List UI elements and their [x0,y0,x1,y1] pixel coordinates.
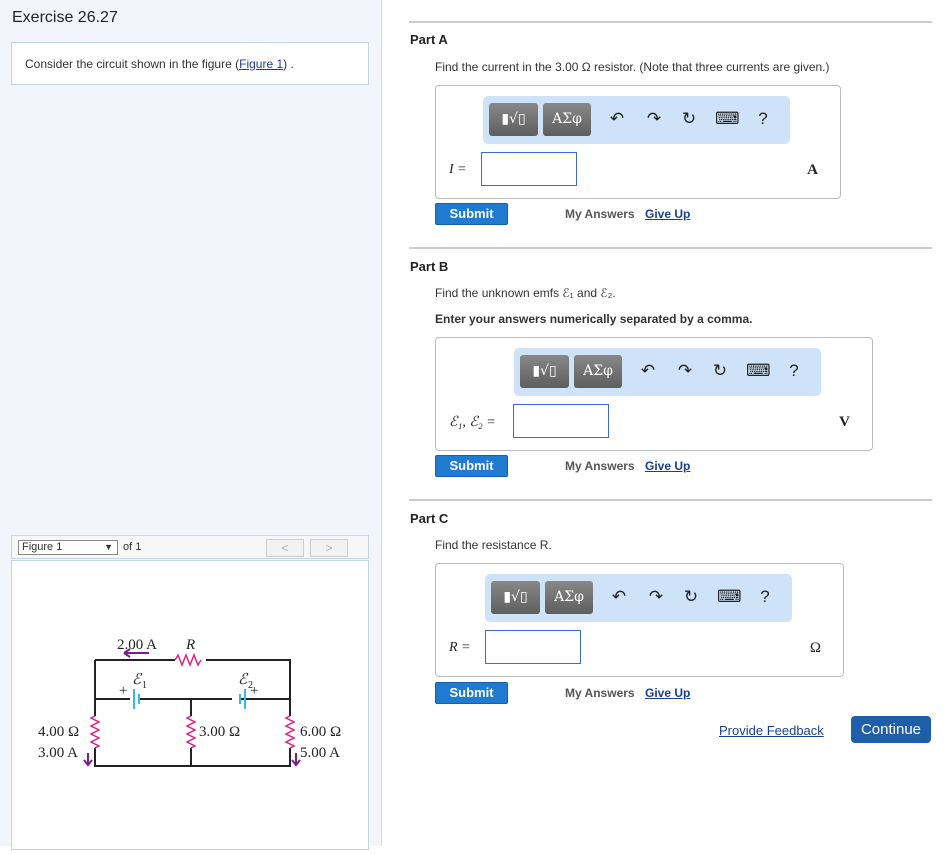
circuit-diagram: 2.00 A R ℰ 1 ℰ 2 + + 4.00 Ω 3.00 A 3.00 … [12,561,370,851]
answer-label: I = [449,162,467,178]
greek-button[interactable]: ΑΣφ [574,355,622,388]
reset-icon[interactable]: ↻ [679,109,699,129]
figure-count: of 1 [123,541,141,553]
my-answers-label: My Answers [565,207,635,221]
redo-icon[interactable]: ↷ [644,109,664,129]
current-arrow-right [292,753,300,765]
figure-box: 2.00 A R ℰ 1 ℰ 2 + + 4.00 Ω 3.00 A 3.00 … [11,560,369,850]
math-toolbar: ▮√▯ ΑΣφ ↶ ↷ ↻ ⌨ ? [485,574,792,622]
submit-button[interactable]: Submit [435,455,508,477]
part-b-header: Part B [410,259,448,274]
prev-figure-button[interactable]: < [266,539,304,557]
my-answers-label: My Answers [565,459,635,473]
divider-b [409,247,932,249]
greek-button[interactable]: ΑΣφ [545,581,593,614]
part-a-question: Find the current in the 3.00 Ω resistor.… [435,60,830,74]
answer-label: ℰ₁, ℰ₂ = [449,414,496,431]
divider-a [409,21,932,23]
dropdown-arrow-icon: ▼ [104,541,113,554]
submit-button[interactable]: Submit [435,203,508,225]
keyboard-icon[interactable]: ⌨ [717,587,737,607]
label-r-mid: 3.00 Ω [199,724,240,740]
resistor-4ohm [91,716,99,748]
answer-label: R = [449,640,471,656]
redo-icon[interactable]: ↷ [675,361,695,381]
problem-text: Consider the circuit shown in the figure… [25,57,239,71]
templates-button[interactable]: ▮√▯ [491,581,540,614]
answer-input[interactable] [481,152,577,186]
battery-e1 [134,689,139,709]
help-icon[interactable]: ? [753,109,773,129]
reset-icon[interactable]: ↻ [681,587,701,607]
keyboard-icon[interactable]: ⌨ [746,361,766,381]
provide-feedback-link[interactable]: Provide Feedback [719,723,824,738]
answer-input[interactable] [485,630,581,664]
resistor-R [175,655,201,665]
exercise-title: Exercise 26.27 [12,9,118,27]
undo-icon[interactable]: ↶ [609,587,629,607]
undo-icon[interactable]: ↶ [607,109,627,129]
label-i-right: 5.00 A [300,745,340,761]
reset-icon[interactable]: ↻ [710,361,730,381]
templates-button[interactable]: ▮√▯ [520,355,569,388]
math-toolbar: ▮√▯ ΑΣφ ↶ ↷ ↻ ⌨ ? [483,96,790,144]
greek-button[interactable]: ΑΣφ [543,103,591,136]
label-r-left: 4.00 Ω [38,724,79,740]
figure-link[interactable]: Figure 1 [239,57,283,71]
figure-select[interactable]: Figure 1 ▼ [18,540,118,555]
keyboard-icon[interactable]: ⌨ [715,109,735,129]
redo-icon[interactable]: ↷ [646,587,666,607]
undo-icon[interactable]: ↶ [638,361,658,381]
current-arrow-left [84,753,92,765]
label-r-right: 6.00 Ω [300,724,341,740]
problem-statement: Consider the circuit shown in the figure… [11,42,369,85]
resistor-3ohm [187,716,195,748]
part-c-answer-box: ▮√▯ ΑΣφ ↶ ↷ ↻ ⌨ ? R = Ω [435,563,844,677]
part-c-question: Find the resistance R. [435,538,552,552]
unit-label: Ω [810,640,821,657]
give-up-link[interactable]: Give Up [645,686,690,700]
resistor-6ohm [286,716,294,748]
label-i-left: 3.00 A [38,745,78,761]
part-a-header: Part A [410,32,448,47]
next-figure-button[interactable]: > [310,539,348,557]
help-icon[interactable]: ? [755,587,775,607]
part-b-answer-box: ▮√▯ ΑΣφ ↶ ↷ ↻ ⌨ ? ℰ₁, ℰ₂ = V [435,337,873,451]
label-R: R [185,637,195,653]
give-up-link[interactable]: Give Up [645,459,690,473]
circuit-wires [95,660,290,766]
unit-label: A [807,162,818,179]
math-toolbar: ▮√▯ ΑΣφ ↶ ↷ ↻ ⌨ ? [514,348,821,396]
label-plus-e2: + [250,683,258,699]
give-up-link[interactable]: Give Up [645,207,690,221]
continue-button[interactable]: Continue [851,716,931,743]
part-c-header: Part C [410,511,448,526]
part-b-question: Find the unknown emfs ℰ₁ and ℰ₂. [435,286,616,300]
submit-button[interactable]: Submit [435,682,508,704]
my-answers-label: My Answers [565,686,635,700]
problem-text-end: ) . [283,57,294,71]
answer-input[interactable] [513,404,609,438]
divider-c [409,499,932,501]
unit-label: V [839,414,850,431]
templates-button[interactable]: ▮√▯ [489,103,538,136]
figure-select-value: Figure 1 [22,541,62,553]
part-a-answer-box: ▮√▯ ΑΣφ ↶ ↷ ↻ ⌨ ? I = A [435,85,841,199]
figure-toolbar: Figure 1 ▼ of 1 < > [11,535,369,559]
part-b-instruction: Enter your answers numerically separated… [435,312,752,326]
label-top-current: 2.00 A [117,637,157,653]
label-plus-e1: + [119,683,127,699]
label-e1-sub: 1 [142,680,147,691]
help-icon[interactable]: ? [784,361,804,381]
